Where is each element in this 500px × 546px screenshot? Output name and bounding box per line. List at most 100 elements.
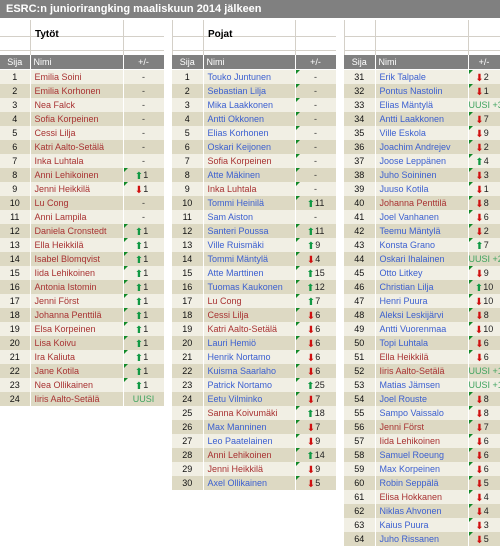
table-row[interactable]: 6Katri Aalto-Setälä-	[0, 140, 164, 154]
table-row[interactable]: 2Emilia Korhonen-	[0, 84, 164, 98]
column-header-delta[interactable]: +/-	[468, 55, 500, 70]
table-row[interactable]: 17Jenni Först⬆ 1	[0, 294, 164, 308]
table-row[interactable]: 63Kaius Puura⬇ 3	[344, 518, 500, 532]
table-row[interactable]: 41Joel Vanhanen⬇ 6	[344, 210, 500, 224]
column-header-rank[interactable]: Sija	[344, 55, 375, 70]
table-row[interactable]: 23Nea Ollikainen⬆ 1	[0, 378, 164, 392]
table-row[interactable]: 57Iida Lehikoinen⬇ 6	[344, 434, 500, 448]
table-row[interactable]: 15Atte Marttinen⬆ 15	[172, 266, 336, 280]
table-row[interactable]: 5Elias Korhonen-	[172, 126, 336, 140]
table-row[interactable]: 56Jenni Först⬇ 7	[344, 420, 500, 434]
column-header-rank[interactable]: Sija	[0, 55, 30, 70]
table-row[interactable]: 19Katri Aalto-Setälä⬇ 6	[172, 322, 336, 336]
table-row[interactable]: 30Axel Ollikainen⬇ 5	[172, 476, 336, 490]
table-row[interactable]: 24Eetu Vilminko⬇ 7	[172, 392, 336, 406]
table-row[interactable]: 47Henri Puura⬇ 10	[344, 294, 500, 308]
table-row[interactable]: 22Kuisma Saarlaho⬇ 6	[172, 364, 336, 378]
table-row[interactable]: 62Niklas Ahvonen⬇ 4	[344, 504, 500, 518]
table-row[interactable]: 49Antti Vuorenmaa⬇ 10	[344, 322, 500, 336]
table-row[interactable]: 34Antti Laakkonen⬇ 7	[344, 112, 500, 126]
column-header-delta[interactable]: +/-	[123, 55, 164, 70]
table-row[interactable]: 3Mika Laakkonen-	[172, 98, 336, 112]
table-row[interactable]: 54Joel Rouste⬇ 8	[344, 392, 500, 406]
table-row[interactable]: 4Sofia Korpeinen-	[0, 112, 164, 126]
table-row[interactable]: 35Ville Eskola⬇ 9	[344, 126, 500, 140]
table-row[interactable]: 21Henrik Nortamo⬇ 6	[172, 350, 336, 364]
column-header-rank[interactable]: Sija	[172, 55, 203, 70]
table-row[interactable]: 19Elsa Korpeinen⬆ 1	[0, 322, 164, 336]
table-row[interactable]: 26Max Manninen⬇ 7	[172, 420, 336, 434]
table-row[interactable]: 43Konsta Grano⬆ 7	[344, 238, 500, 252]
table-row[interactable]: 2Sebastian Lilja-	[172, 84, 336, 98]
column-header-name[interactable]: Nimi	[375, 55, 468, 70]
table-row[interactable]: 8Atte Mäkinen-	[172, 168, 336, 182]
table-row[interactable]: 5Cessi Lilja-	[0, 126, 164, 140]
table-row[interactable]: 1Emilia Soini-	[0, 70, 164, 85]
table-row[interactable]: 21Ira Kaliuta⬆ 1	[0, 350, 164, 364]
table-row[interactable]: 11Sam Aiston-	[172, 210, 336, 224]
table-row[interactable]: 29Jenni Heikkilä⬇ 9	[172, 462, 336, 476]
table-row[interactable]: 15Iida Lehikoinen⬆ 1	[0, 266, 164, 280]
table-row[interactable]: 53Matias JämsenUUSI +11	[344, 378, 500, 392]
table-row[interactable]: 13Ella Heikkilä⬆ 1	[0, 238, 164, 252]
table-row[interactable]: 10Tommi Heinilä⬆ 11	[172, 196, 336, 210]
table-row[interactable]: 42Teemu Mäntylä⬇ 2	[344, 224, 500, 238]
table-row[interactable]: 22Jane Kotila⬆ 1	[0, 364, 164, 378]
table-row[interactable]: 14Tommi Mäntylä⬇ 4	[172, 252, 336, 266]
column-header-name[interactable]: Nimi	[30, 55, 123, 70]
column-header-name[interactable]: Nimi	[203, 55, 295, 70]
table-row[interactable]: 8Anni Lehikoinen⬆ 1	[0, 168, 164, 182]
table-row[interactable]: 46Christian Lilja⬆ 10	[344, 280, 500, 294]
table-row[interactable]: 61Elisa Hokkanen⬇ 4	[344, 490, 500, 504]
table-row[interactable]: 39Juuso Kotila⬇ 1	[344, 182, 500, 196]
table-row[interactable]: 12Daniela Cronstedt⬆ 1	[0, 224, 164, 238]
column-header-delta[interactable]: +/-	[295, 55, 336, 70]
table-row[interactable]: 18Johanna Penttilä⬆ 1	[0, 308, 164, 322]
table-row[interactable]: 52Iiris Aalto-SetäläUUSI +12	[344, 364, 500, 378]
arrow-down-icon: ⬇	[475, 410, 483, 420]
table-row[interactable]: 11Anni Lampila-	[0, 210, 164, 224]
table-row[interactable]: 9Jenni Heikkilä⬇ 1	[0, 182, 164, 196]
table-row[interactable]: 55Sampo Vaissalo⬇ 8	[344, 406, 500, 420]
table-row[interactable]: 31Erik Talpale⬇ 2	[344, 70, 500, 85]
skater-name-cell: Iiris Aalto-Setälä	[375, 364, 468, 378]
table-row[interactable]: 37Joose Leppänen⬆ 4	[344, 154, 500, 168]
table-row[interactable]: 32Pontus Nastolin⬇ 1	[344, 84, 500, 98]
table-row[interactable]: 14Isabel Blomqvist⬆ 1	[0, 252, 164, 266]
table-row[interactable]: 1Touko Juntunen-	[172, 70, 336, 85]
table-row[interactable]: 6Oskari Keijonen-	[172, 140, 336, 154]
table-row[interactable]: 16Tuomas Kaukonen⬆ 12	[172, 280, 336, 294]
table-row[interactable]: 3Nea Falck-	[0, 98, 164, 112]
table-row[interactable]: 20Lisa Koivu⬆ 1	[0, 336, 164, 350]
table-row[interactable]: 4Antti Okkonen-	[172, 112, 336, 126]
table-row[interactable]: 60Robin Seppälä⬇ 5	[344, 476, 500, 490]
table-row[interactable]: 40Johanna Penttilä⬇ 8	[344, 196, 500, 210]
table-row[interactable]: 59Max Korpeinen⬇ 6	[344, 462, 500, 476]
table-row[interactable]: 25Sanna Koivumäki⬆ 18	[172, 406, 336, 420]
table-row[interactable]: 58Samuel Roeung⬇ 6	[344, 448, 500, 462]
table-row[interactable]: 13Ville Ruismäki⬆ 9	[172, 238, 336, 252]
table-row[interactable]: 27Leo Paatelainen⬇ 9	[172, 434, 336, 448]
table-row[interactable]: 18Cessi Lilja⬇ 6	[172, 308, 336, 322]
table-row[interactable]: 64Juho Rissanen⬇ 5	[344, 532, 500, 546]
table-row[interactable]: 36Joachim Andrejev⬇ 2	[344, 140, 500, 154]
table-row[interactable]: 45Otto Litkey⬇ 9	[344, 266, 500, 280]
table-row[interactable]: 16Antonia Istomin⬆ 1	[0, 280, 164, 294]
table-row[interactable]: 48Aleksi Leskijärvi⬇ 8	[344, 308, 500, 322]
table-row[interactable]: 10Lu Cong-	[0, 196, 164, 210]
table-row[interactable]: 7Sofia Korpeinen-	[172, 154, 336, 168]
table-row[interactable]: 51Ella Heikkilä⬇ 6	[344, 350, 500, 364]
table-row[interactable]: 20Lauri Hemiö⬇ 6	[172, 336, 336, 350]
table-row[interactable]: 24Iiris Aalto-SetäläUUSI	[0, 392, 164, 406]
table-row[interactable]: 50Topi Luhtala⬇ 6	[344, 336, 500, 350]
table-row[interactable]: 9Inka Luhtala-	[172, 182, 336, 196]
table-row[interactable]: 12Santeri Poussa⬆ 11	[172, 224, 336, 238]
table-row[interactable]: 44Oskari IhalainenUUSI +20	[344, 252, 500, 266]
table-row[interactable]: 28Anni Lehikoinen⬆ 14	[172, 448, 336, 462]
table-row[interactable]: 33Elias MäntyläUUSI +31	[344, 98, 500, 112]
table-row[interactable]: 38Juho Soininen⬇ 3	[344, 168, 500, 182]
table-row[interactable]: 23Patrick Nortamo⬆ 25	[172, 378, 336, 392]
table-row[interactable]: 7Inka Luhtala-	[0, 154, 164, 168]
change-value: 6	[315, 364, 324, 378]
table-row[interactable]: 17Lu Cong⬆ 7	[172, 294, 336, 308]
